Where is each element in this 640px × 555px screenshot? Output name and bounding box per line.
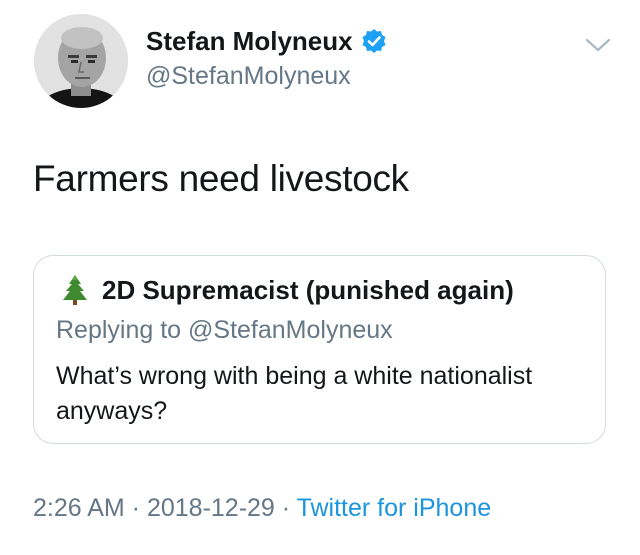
tweet-date: 2018-12-29: [146, 494, 275, 522]
quoted-tweet-text: What’s wrong with being a white national…: [56, 362, 533, 425]
tweet-metadata: 2:26 AM · 2018-12-29 · Twitter for iPhon…: [33, 494, 491, 523]
evergreen-tree-icon: [62, 274, 88, 306]
avatar-image: [34, 14, 128, 108]
quoted-author-name: 2D Supremacist (punished again): [102, 274, 514, 305]
tweet-time: 2:26 AM: [33, 494, 125, 522]
tweet-card: Stefan Molyneux @StefanMolyneux Farmers …: [0, 0, 640, 555]
meta-separator: ·: [124, 494, 147, 522]
author-avatar[interactable]: [34, 14, 128, 108]
quoted-tweet[interactable]: 2D Supremacist (punished again) Replying…: [33, 255, 606, 444]
quoted-name-row: 2D Supremacist (punished again): [62, 274, 514, 306]
replying-to-label: Replying to @StefanMolyneux: [56, 316, 393, 344]
author-handle[interactable]: @StefanMolyneux: [146, 62, 351, 91]
author-name[interactable]: Stefan Molyneux: [146, 26, 353, 57]
verified-badge-icon: [361, 28, 387, 54]
author-name-row: Stefan Molyneux: [146, 24, 387, 58]
chevron-down-icon[interactable]: [584, 34, 612, 56]
tweet-text: Farmers need livestock: [33, 158, 409, 199]
tweet-source-link[interactable]: Twitter for iPhone: [297, 494, 492, 522]
meta-separator: ·: [274, 494, 297, 522]
